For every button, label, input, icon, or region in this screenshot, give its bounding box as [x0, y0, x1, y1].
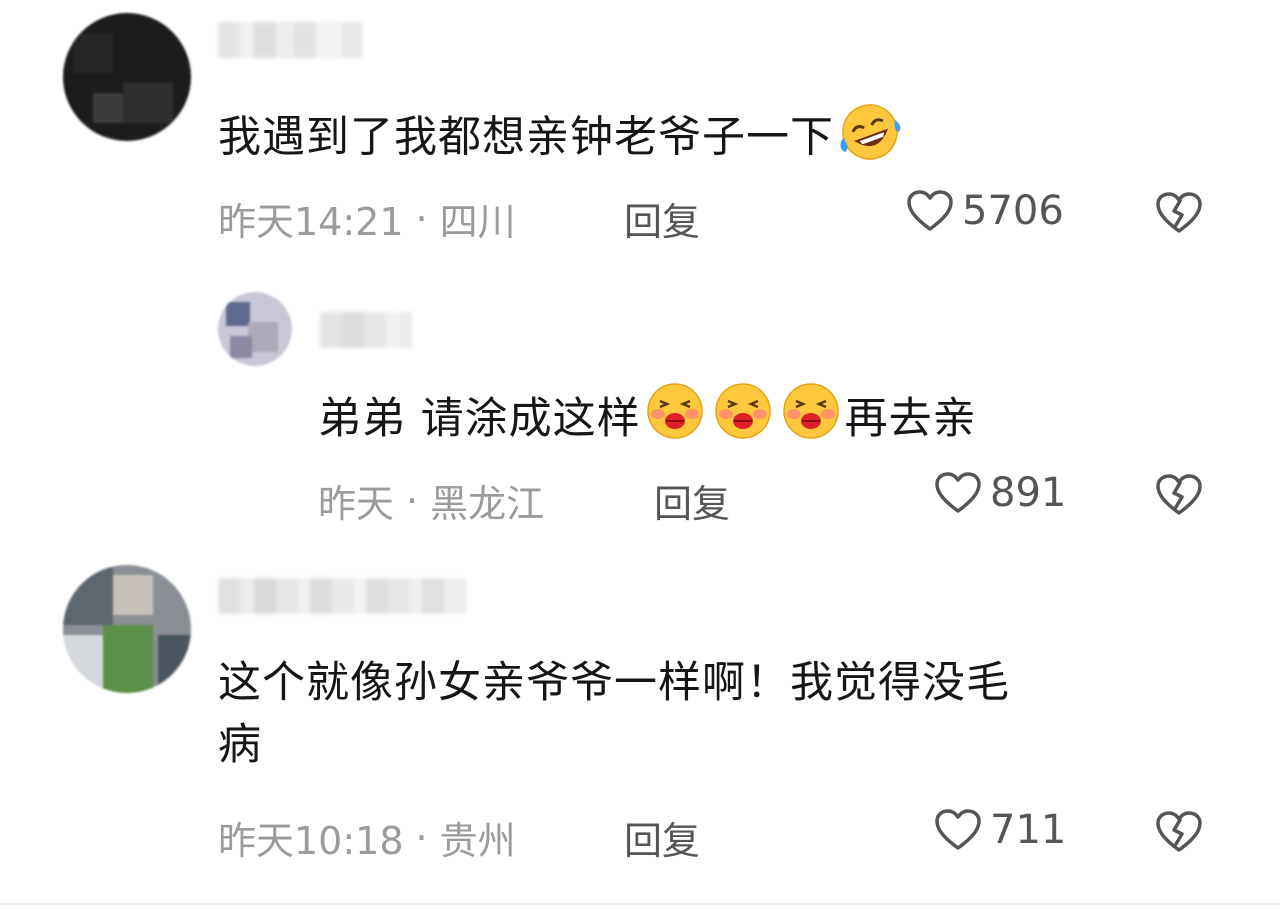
comment-time: 昨天14:21: [218, 200, 404, 244]
reply-button[interactable]: 回复: [624, 810, 700, 865]
like-button[interactable]: 5706: [906, 188, 1064, 234]
comment-text: 我遇到了我都想亲钟老爷子一下: [218, 100, 906, 180]
heart-icon: [935, 809, 981, 850]
kissing-lips-emoji: [778, 381, 844, 457]
like-button[interactable]: 711: [934, 807, 1066, 853]
like-count: 5706: [962, 188, 1064, 234]
separator: ·: [415, 196, 428, 241]
comment-time: 昨天: [318, 482, 395, 526]
avatar[interactable]: [218, 292, 292, 366]
kissing-lips-emoji: [642, 381, 708, 457]
like-button[interactable]: 891: [934, 470, 1066, 516]
heart-icon: [935, 472, 981, 513]
comment-meta: 昨天14:21 · 四川: [218, 191, 516, 246]
comment-text-line-1: 这个就像孙女亲爷爷一样啊！我觉得没毛: [218, 658, 1010, 708]
avatar[interactable]: [63, 565, 191, 693]
username-blurred[interactable]: [320, 312, 412, 348]
username-blurred[interactable]: [218, 22, 362, 58]
comment-location: 贵州: [439, 819, 516, 863]
comment-text: 弟弟 请涂成这样 再去亲: [318, 381, 977, 457]
separator: ·: [415, 815, 428, 860]
comment-meta: 昨天 · 黑龙江: [318, 473, 544, 528]
username-blurred[interactable]: [218, 578, 466, 614]
broken-heart-icon: [1156, 192, 1202, 233]
like-count: 891: [990, 470, 1067, 516]
comment-text-line-2: 病: [218, 720, 262, 770]
reply-button[interactable]: 回复: [624, 191, 700, 246]
rolling-on-floor-laughing-emoji: [835, 100, 905, 180]
dislike-button[interactable]: [1155, 473, 1203, 521]
dislike-button[interactable]: [1155, 191, 1203, 239]
broken-heart-icon: [1156, 474, 1202, 515]
like-count: 711: [990, 807, 1067, 853]
avatar[interactable]: [63, 13, 191, 141]
comment-location: 黑龙江: [430, 482, 545, 526]
comment-meta: 昨天10:18 · 贵州: [218, 810, 516, 865]
comment-text: 这个就像孙女亲爷爷一样啊！我觉得没毛 病: [218, 654, 1218, 775]
heart-icon: [907, 190, 953, 231]
comment-location: 四川: [439, 200, 516, 244]
divider: [0, 903, 1280, 905]
kissing-lips-emoji: [710, 381, 776, 457]
reply-button[interactable]: 回复: [654, 473, 730, 528]
separator: ·: [406, 478, 419, 523]
broken-heart-icon: [1156, 811, 1202, 852]
comment-time: 昨天10:18: [218, 819, 404, 863]
dislike-button[interactable]: [1155, 810, 1203, 858]
